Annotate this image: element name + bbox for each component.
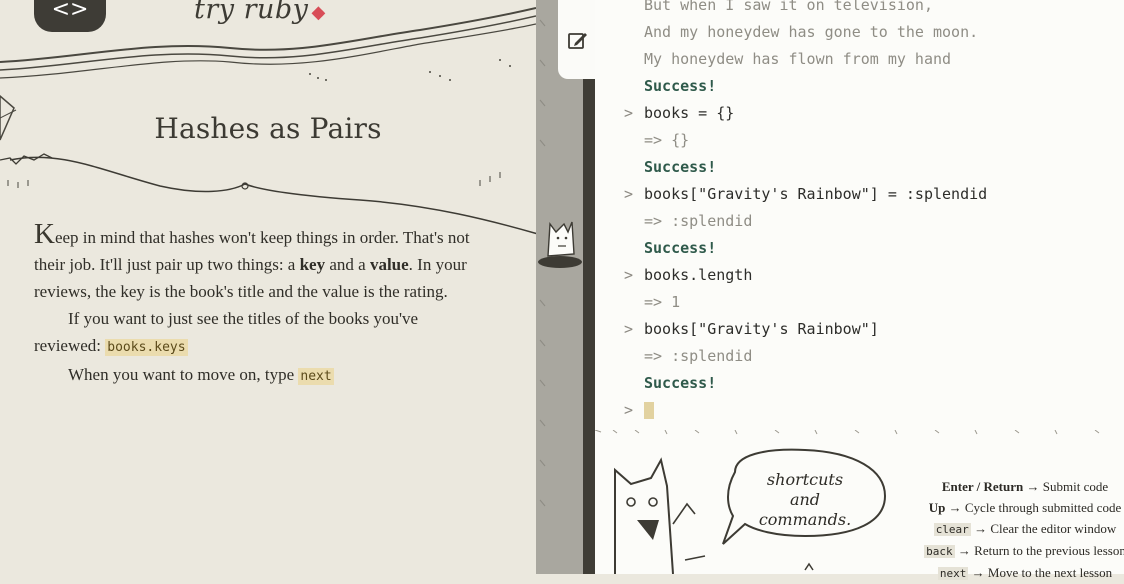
output-text: But when I saw it on television, xyxy=(644,0,933,14)
shortcut-item: Up → Cycle through submitted code xyxy=(915,497,1124,518)
shortcut-item: clear → Clear the editor window xyxy=(915,518,1124,540)
success-message: Success! xyxy=(644,77,717,95)
lesson-paragraph: When you want to move on, type next xyxy=(68,365,334,385)
lesson-paragraph: Keep in mind that hashes won't keep thin… xyxy=(34,218,470,302)
shortcut-key: Enter / Return xyxy=(941,479,1024,494)
prompt-caret-icon: > xyxy=(624,266,634,284)
wolf-mascot-icon xyxy=(614,457,706,575)
prompt-caret-icon: > xyxy=(624,104,634,122)
result-output: => {} xyxy=(644,131,690,149)
console-output[interactable]: But when I saw it on television, And my h… xyxy=(595,0,1124,430)
fox-mascot-icon xyxy=(538,221,582,268)
divider-strip xyxy=(536,0,583,574)
text-cursor[interactable] xyxy=(644,402,654,419)
shortcut-key: Up xyxy=(928,500,946,515)
code-brackets-icon: <> xyxy=(51,0,89,22)
shortcut-item: back → Return to the previous lesson xyxy=(915,540,1124,562)
input-code: books.length xyxy=(644,266,753,284)
shortcut-item: next → Move to the next lesson xyxy=(915,562,1124,584)
editor-toggle-tab[interactable] xyxy=(558,0,598,79)
shortcut-description: → Cycle through submitted code xyxy=(948,500,1122,515)
input-code: books["Gravity's Rainbow"] xyxy=(644,320,879,338)
result-output: => :splendid xyxy=(644,347,753,365)
shortcut-description: → Clear the editor window xyxy=(974,521,1117,536)
result-output: => 1 xyxy=(644,293,681,311)
output-text: My honeydew has flown from my hand xyxy=(644,50,952,68)
shortcut-description: → Move to the next lesson xyxy=(971,565,1113,580)
code-toggle-button[interactable]: <> xyxy=(34,0,106,32)
input-code: books["Gravity's Rainbow"] = :splendid xyxy=(644,185,988,203)
lesson-paragraph: If you want to just see the titles of th… xyxy=(34,309,419,356)
success-message: Success! xyxy=(644,374,717,392)
next-code[interactable]: next xyxy=(298,368,334,385)
success-message: Success! xyxy=(644,239,717,257)
ruby-gem-icon: ◆ xyxy=(311,2,326,23)
success-message: Success! xyxy=(644,158,717,176)
divider-texture xyxy=(538,19,582,507)
edit-icon xyxy=(568,32,587,49)
shortcut-description: → Submit code xyxy=(1026,479,1109,494)
output-text: And my honeydew has gone to the moon. xyxy=(644,23,979,41)
shortcut-description: → Return to the previous lesson xyxy=(957,543,1124,558)
lesson-body: Keep in mind that hashes won't keep thin… xyxy=(34,218,486,390)
speech-bubble-text: shortcuts and commands. xyxy=(758,470,852,529)
shortcut-key: back xyxy=(924,545,955,558)
prompt-caret-icon: > xyxy=(624,401,634,419)
logo-text: try ruby xyxy=(194,0,309,25)
shortcut-item: Enter / Return → Submit code xyxy=(915,476,1124,497)
lesson-title: Hashes as Pairs xyxy=(154,112,382,145)
drop-cap: K xyxy=(34,218,55,250)
lesson-pane: <> try ruby ◆ Hashes as Pairs Keep in min… xyxy=(0,0,536,574)
try-ruby-logo[interactable]: try ruby ◆ xyxy=(194,0,326,25)
key-term: key xyxy=(299,255,326,274)
shortcut-key: clear xyxy=(933,523,971,536)
value-term: value xyxy=(369,255,409,274)
prompt-caret-icon: > xyxy=(624,320,634,338)
prompt-caret-icon: > xyxy=(624,185,634,203)
result-output: => :splendid xyxy=(644,212,753,230)
console-edge xyxy=(583,0,595,574)
books-keys-code[interactable]: books.keys xyxy=(105,339,188,356)
input-code: books = {} xyxy=(644,104,735,122)
shortcuts-list: Enter / Return → Submit code Up → Cycle t… xyxy=(915,476,1124,584)
